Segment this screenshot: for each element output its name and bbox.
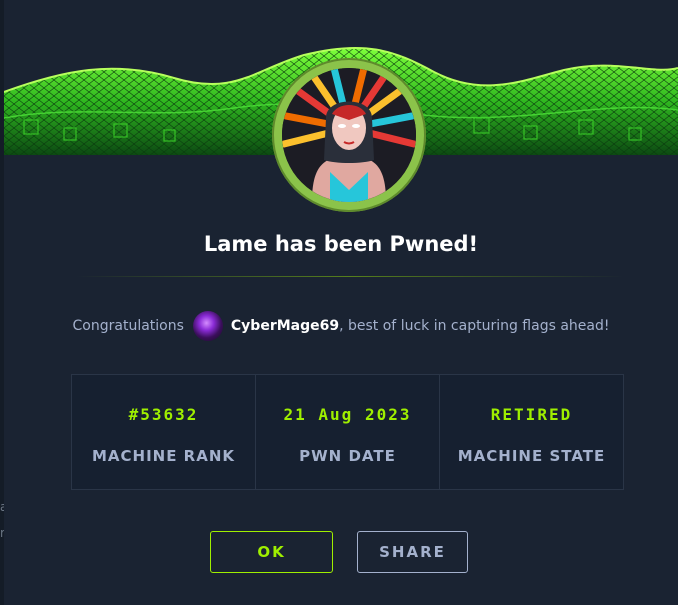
congrats-message: Congratulations CyberMage69 , best of lu… bbox=[4, 311, 678, 341]
pwned-modal: Lame has been Pwned! Congratulations Cyb… bbox=[4, 0, 678, 605]
modal-title: Lame has been Pwned! bbox=[203, 232, 479, 256]
congrats-prefix: Congratulations bbox=[72, 318, 184, 334]
congrats-suffix: , best of luck in capturing flags ahead! bbox=[339, 318, 610, 334]
stat-machine-state: RETIRED MACHINE STATE bbox=[440, 375, 623, 489]
user-avatar bbox=[192, 311, 223, 341]
stat-value: RETIRED bbox=[490, 405, 573, 424]
stats-panel: #53632 MACHINE RANK 21 Aug 2023 PWN DATE… bbox=[71, 374, 624, 490]
username-link[interactable]: CyberMage69 bbox=[231, 318, 339, 334]
machine-avatar-image bbox=[282, 68, 416, 202]
stat-label: MACHINE STATE bbox=[457, 447, 606, 465]
share-button[interactable]: SHARE bbox=[357, 531, 468, 573]
stat-machine-rank: #53632 MACHINE RANK bbox=[72, 375, 256, 489]
machine-avatar bbox=[272, 58, 426, 212]
ok-button[interactable]: OK bbox=[210, 531, 333, 573]
stat-pwn-date: 21 Aug 2023 PWN DATE bbox=[256, 375, 440, 489]
stat-label: PWN DATE bbox=[299, 447, 396, 465]
stat-value: #53632 bbox=[128, 405, 199, 424]
stat-value: 21 Aug 2023 bbox=[283, 405, 412, 424]
divider bbox=[76, 276, 624, 277]
stat-label: MACHINE RANK bbox=[91, 447, 236, 465]
